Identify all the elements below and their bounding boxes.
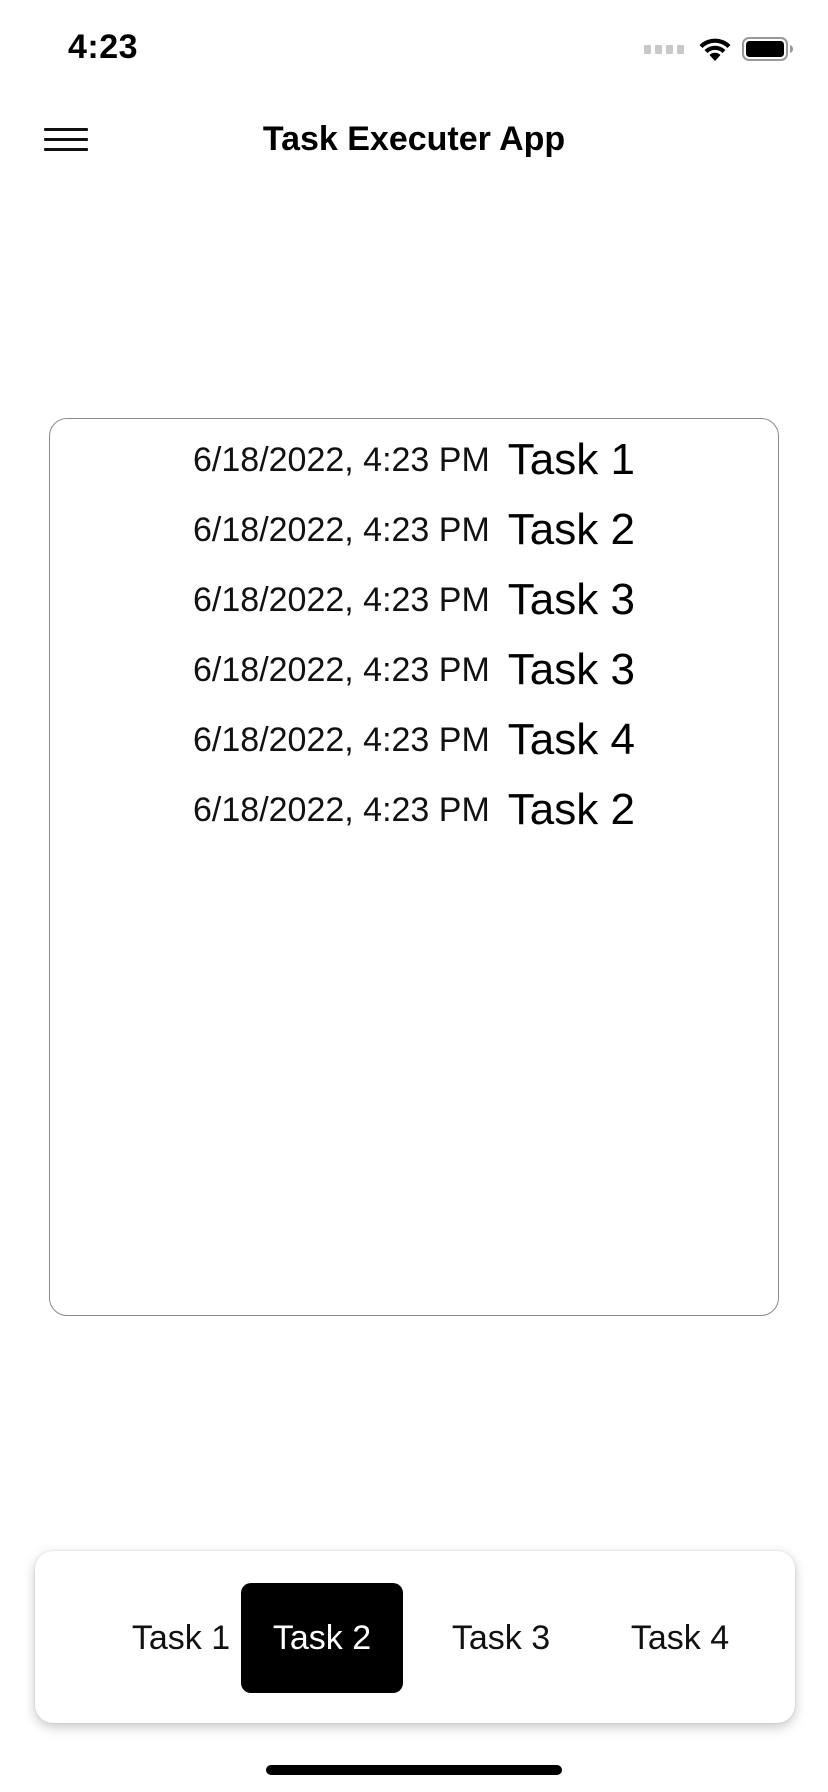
task-timestamp: 6/18/2022, 4:23 PM (193, 720, 490, 759)
wifi-icon (699, 38, 731, 61)
task-name: Task 2 (507, 505, 635, 554)
list-item: 6/18/2022, 4:23 PM Task 1 (50, 425, 778, 495)
task-name: Task 2 (507, 785, 635, 834)
task-timestamp: 6/18/2022, 4:23 PM (193, 440, 490, 479)
list-item: 6/18/2022, 4:23 PM Task 4 (50, 705, 778, 775)
nav-bar: Task Executer App (0, 100, 828, 180)
page-title: Task Executer App (262, 120, 566, 158)
task-timestamp: 6/18/2022, 4:23 PM (193, 650, 490, 689)
tab-task-2[interactable]: Task 2 (241, 1583, 403, 1693)
signal-dots-icon (644, 44, 684, 54)
task-name: Task 4 (507, 715, 635, 764)
tab-task-1[interactable]: Task 1 (100, 1583, 262, 1693)
list-item: 6/18/2022, 4:23 PM Task 2 (50, 495, 778, 565)
tab-task-4[interactable]: Task 4 (599, 1583, 761, 1693)
task-timestamp: 6/18/2022, 4:23 PM (193, 510, 490, 549)
task-name: Task 3 (507, 575, 635, 624)
list-item: 6/18/2022, 4:23 PM Task 2 (50, 775, 778, 845)
battery-icon (742, 37, 793, 61)
task-name: Task 3 (507, 645, 635, 694)
task-log-list[interactable]: 6/18/2022, 4:23 PM Task 1 6/18/2022, 4:2… (49, 418, 779, 1316)
task-name: Task 1 (507, 435, 635, 484)
status-time: 4:23 (68, 28, 139, 66)
list-item: 6/18/2022, 4:23 PM Task 3 (50, 635, 778, 705)
list-item: 6/18/2022, 4:23 PM Task 3 (50, 565, 778, 635)
status-icons (644, 36, 794, 62)
task-tab-bar: Task 1 Task 2 Task 3 Task 4 (35, 1551, 795, 1723)
hamburger-menu-icon[interactable] (44, 126, 88, 154)
task-timestamp: 6/18/2022, 4:23 PM (193, 580, 490, 619)
app-screen: 4:23 Task Executer App 6/18/2022, 4:23 P… (0, 0, 828, 1792)
task-timestamp: 6/18/2022, 4:23 PM (193, 790, 490, 829)
home-indicator[interactable] (266, 1765, 562, 1775)
tab-task-3[interactable]: Task 3 (420, 1583, 582, 1693)
status-bar: 4:23 (0, 0, 828, 100)
